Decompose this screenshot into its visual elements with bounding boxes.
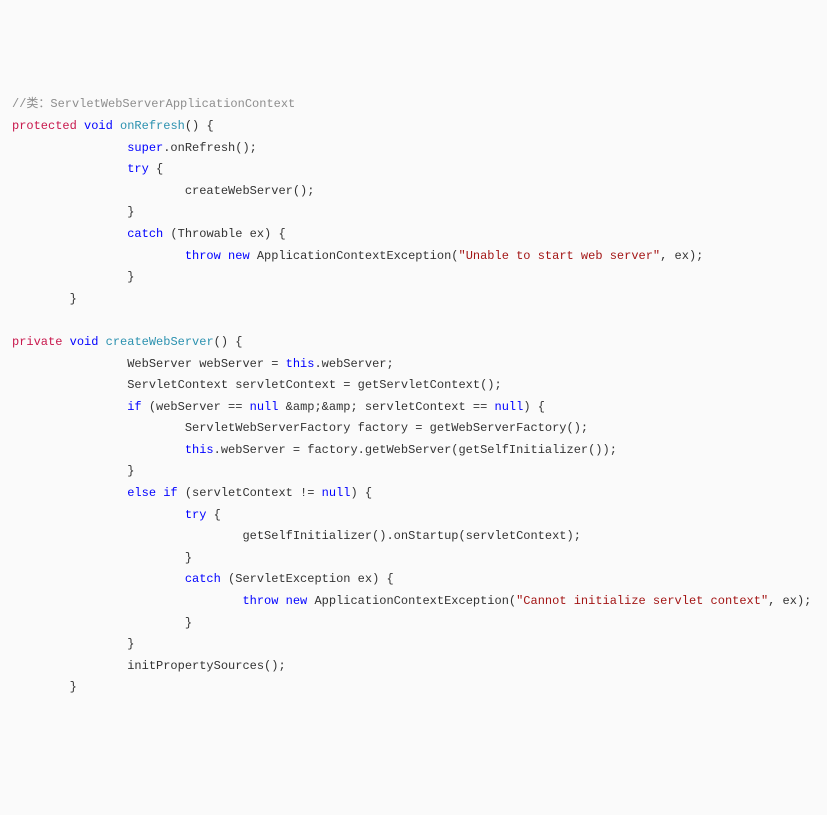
token-method: createWebServer [106,335,214,349]
token-keyword: catch [185,572,221,586]
token-keyword: try [185,508,207,522]
token-keyword: null [250,400,279,414]
token: (ServletException ex) { [221,572,394,586]
token-string: "Unable to start web server" [459,249,661,263]
token-string: "Cannot initialize servlet context" [516,594,768,608]
token-keyword: null [322,486,351,500]
token-keyword: new [228,249,250,263]
token: ) { [523,400,545,414]
token: ApplicationContextException( [250,249,459,263]
token [221,249,228,263]
code-line: } [12,292,77,306]
token [12,508,185,522]
code-line: } [12,637,134,651]
token: (servletContext != [178,486,322,500]
code-line: } [12,551,192,565]
code-line: } [12,205,134,219]
token [12,227,127,241]
token [12,141,127,155]
code-line: } [12,616,192,630]
token [278,594,285,608]
token-keyword: if [163,486,177,500]
token-keyword: private [12,335,62,349]
code-line: createWebServer(); [12,184,314,198]
token [12,249,185,263]
token-keyword: void [84,119,113,133]
token: { [149,162,163,176]
code-line: //类：ServletWebServerApplicationContext [12,97,295,111]
token-keyword: throw [242,594,278,608]
token [113,119,120,133]
token [12,594,242,608]
token: () { [185,119,214,133]
token [12,400,127,414]
token: , ex); [660,249,703,263]
token-keyword: new [286,594,308,608]
token: ) { [350,486,372,500]
token [12,572,185,586]
token-method: onRefresh [120,119,185,133]
token-keyword: this [286,357,315,371]
token [77,119,84,133]
token: .webServer; [314,357,393,371]
token: (webServer == [142,400,250,414]
token-keyword: throw [185,249,221,263]
token: .onRefresh(); [163,141,257,155]
token [12,486,127,500]
code-line: initPropertySources(); [12,659,286,673]
code-line: getSelfInitializer().onStartup(servletCo… [12,529,581,543]
token: { [206,508,220,522]
token: .webServer = factory.getWebServer(getSel… [214,443,617,457]
token-keyword: void [70,335,99,349]
token-keyword: try [127,162,149,176]
token-keyword: super [127,141,163,155]
code-line: } [12,464,134,478]
token [62,335,69,349]
token: ApplicationContextException( [307,594,516,608]
code-line: } [12,680,77,694]
token: (Throwable ex) { [163,227,285,241]
token [12,162,127,176]
code-line: ServletContext servletContext = getServl… [12,378,502,392]
token [98,335,105,349]
token [12,443,185,457]
token-keyword: else [127,486,156,500]
token-keyword: null [495,400,524,414]
token-keyword: catch [127,227,163,241]
token: &amp;&amp; servletContext == [278,400,494,414]
token-keyword: if [127,400,141,414]
token: () { [214,335,243,349]
token-keyword: this [185,443,214,457]
code-line: ServletWebServerFactory factory = getWeb… [12,421,588,435]
token: WebServer webServer = [12,357,286,371]
code-line: } [12,270,134,284]
code-block: //类：ServletWebServerApplicationContext p… [12,94,815,699]
token-keyword: protected [12,119,77,133]
token: , ex); [768,594,811,608]
